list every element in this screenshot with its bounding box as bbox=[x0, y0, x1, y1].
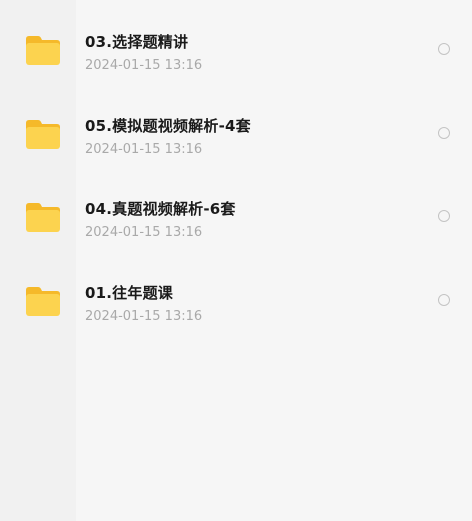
file-date: 2024-01-15 13:16 bbox=[85, 225, 203, 240]
file-row-1[interactable]: 05.模拟题视频解析-4套 2024-01-15 13:16 bbox=[0, 84, 472, 168]
select-radio[interactable] bbox=[438, 294, 450, 306]
file-row-0[interactable]: 03.选择题精讲 2024-01-15 13:16 bbox=[0, 0, 472, 84]
file-browser-screen: 03.选择题精讲 2024-01-15 13:16 05.模拟题视频解析-4套 … bbox=[0, 0, 472, 521]
select-radio[interactable] bbox=[438, 43, 450, 55]
folder-icon bbox=[24, 201, 62, 233]
file-date: 2024-01-15 13:16 bbox=[85, 309, 203, 324]
file-date: 2024-01-15 13:16 bbox=[85, 58, 203, 73]
file-name: 03.选择题精讲 bbox=[85, 33, 189, 51]
folder-icon bbox=[24, 34, 62, 66]
select-radio[interactable] bbox=[438, 210, 450, 222]
file-name: 05.模拟题视频解析-4套 bbox=[85, 117, 251, 135]
file-name: 01.往年题课 bbox=[85, 284, 173, 302]
folder-icon bbox=[24, 285, 62, 317]
select-radio[interactable] bbox=[438, 127, 450, 139]
folder-icon bbox=[24, 118, 62, 150]
file-row-3[interactable]: 01.往年题课 2024-01-15 13:16 bbox=[0, 251, 472, 335]
file-name: 04.真题视频解析-6套 bbox=[85, 200, 236, 218]
file-row-2[interactable]: 04.真题视频解析-6套 2024-01-15 13:16 bbox=[0, 167, 472, 251]
file-date: 2024-01-15 13:16 bbox=[85, 142, 203, 157]
